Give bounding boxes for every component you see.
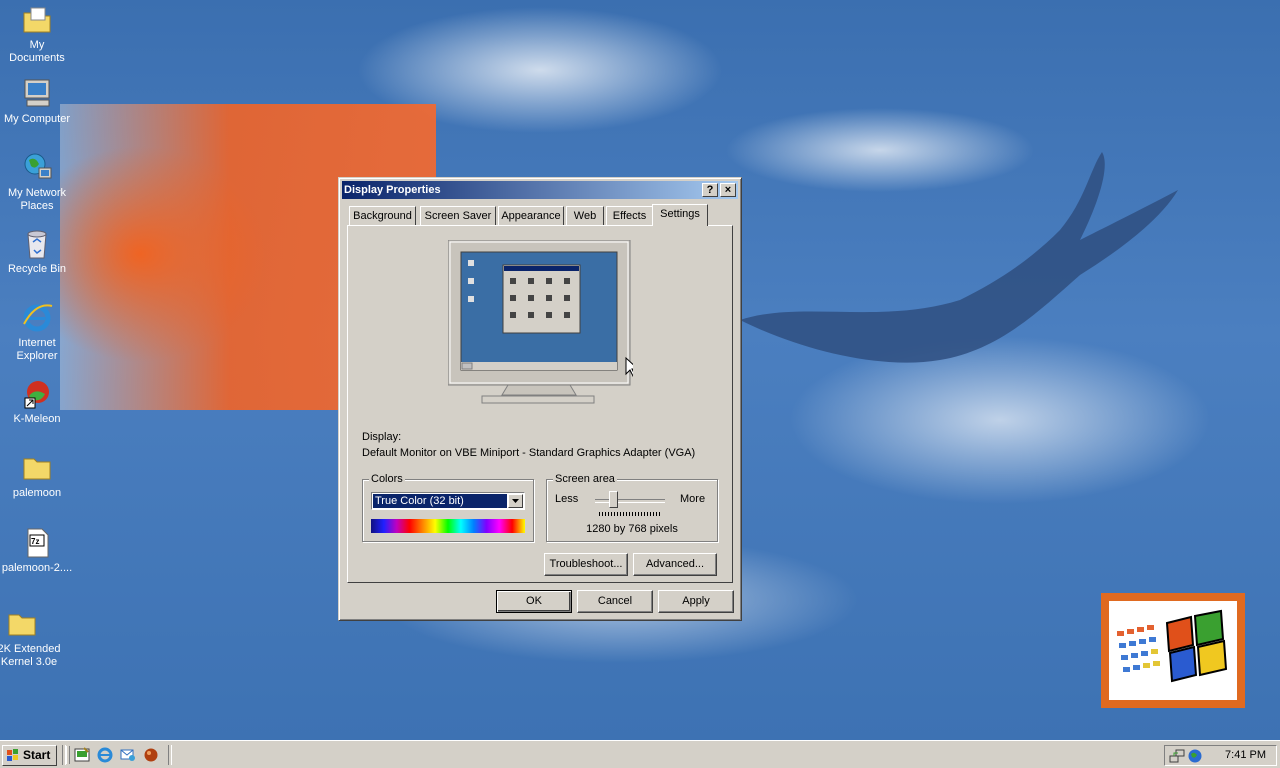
- desktop-icon-k-meleon[interactable]: K-Meleon: [0, 378, 74, 426]
- colors-selected-value: True Color (32 bit): [373, 494, 507, 508]
- screen-area-slider-thumb[interactable]: [608, 491, 618, 508]
- slider-more-label: More: [680, 493, 706, 505]
- folder-icon: [6, 608, 38, 640]
- svg-text:7z: 7z: [31, 537, 39, 546]
- tab-effects[interactable]: Effects: [606, 206, 653, 225]
- desktop-icon-my-computer[interactable]: My Computer: [0, 78, 74, 126]
- colors-group: Colors True Color (32 bit): [362, 473, 534, 542]
- start-label: Start: [23, 748, 51, 762]
- k-meleon-icon: [21, 378, 53, 410]
- computer-icon: [21, 78, 53, 110]
- display-properties-dialog: Display Properties ? × Background Screen…: [338, 177, 742, 621]
- desktop-icon-label: palemoon: [12, 487, 62, 499]
- system-tray: 7:41 PM: [1164, 745, 1277, 766]
- network-globe-icon: [21, 152, 53, 184]
- recycle-bin-icon: [21, 228, 53, 260]
- slider-track[interactable]: [595, 499, 665, 503]
- dialog-titlebar[interactable]: Display Properties ? ×: [342, 181, 738, 199]
- slider-ticks: [599, 512, 661, 516]
- close-button[interactable]: ×: [720, 183, 736, 197]
- help-button[interactable]: ?: [702, 183, 718, 197]
- internet-explorer-icon: [21, 302, 53, 334]
- clock[interactable]: 7:41 PM: [1225, 749, 1266, 761]
- advanced-button[interactable]: Advanced...: [633, 553, 717, 576]
- desktop-icon-palemoon-folder[interactable]: palemoon: [0, 452, 74, 500]
- apply-button[interactable]: Apply: [658, 590, 734, 613]
- desktop-icon-label: My Network Places: [7, 187, 67, 212]
- folder-icon: [21, 452, 53, 484]
- chevron-down-icon: [512, 499, 519, 503]
- folder-documents-icon: [21, 4, 53, 36]
- desktop-icon-my-documents[interactable]: My Documents: [0, 4, 74, 65]
- start-button[interactable]: Start: [2, 745, 57, 766]
- desktop-icon-extended-kernel[interactable]: 2K Extended Kernel 3.0e: [0, 608, 74, 669]
- desktop-icon-my-network-places[interactable]: My Network Places: [0, 152, 74, 213]
- colors-group-title: Colors: [369, 473, 405, 486]
- settings-tab-panel: Display: Default Monitor on VBE Miniport…: [347, 225, 733, 583]
- network-connection-icon[interactable]: [1169, 748, 1185, 764]
- display-adapter-value: Default Monitor on VBE Miniport - Standa…: [362, 447, 696, 459]
- desktop-icon-label: My Documents: [9, 39, 65, 64]
- colors-dropdown[interactable]: True Color (32 bit): [371, 492, 525, 510]
- resolution-text: 1280 by 768 pixels: [586, 523, 678, 535]
- show-desktop-icon[interactable]: [74, 747, 90, 763]
- windows-logo-wallpaper: [1101, 593, 1245, 708]
- desktop-icon-label: 2K Extended Kernel 3.0e: [0, 643, 61, 668]
- cancel-button[interactable]: Cancel: [577, 590, 653, 613]
- outlook-express-icon[interactable]: [120, 747, 136, 763]
- globe-status-icon[interactable]: [1187, 748, 1203, 764]
- desktop-icon-label: K-Meleon: [13, 413, 61, 425]
- tab-screen-saver[interactable]: Screen Saver: [420, 206, 496, 225]
- taskbar: Start 7:41 PM: [0, 740, 1280, 768]
- display-label: Display:: [362, 431, 402, 443]
- troubleshoot-button[interactable]: Troubleshoot...: [544, 553, 628, 576]
- internet-explorer-icon[interactable]: [97, 747, 113, 763]
- desktop-icon-label: My Computer: [3, 113, 71, 125]
- windows-flag-icon: [7, 749, 18, 761]
- taskbar-separator: [168, 745, 172, 765]
- slider-less-label: Less: [555, 493, 579, 505]
- dropdown-arrow-button[interactable]: [508, 494, 523, 508]
- ok-button[interactable]: OK: [496, 590, 572, 613]
- tab-appearance[interactable]: Appearance: [498, 206, 564, 225]
- desktop-icon-recycle-bin[interactable]: Recycle Bin: [0, 228, 74, 276]
- monitor-preview-icon: [448, 240, 633, 404]
- screen-area-group-title: Screen area: [553, 473, 617, 486]
- tab-background[interactable]: Background: [349, 206, 416, 225]
- desktop-icon-internet-explorer[interactable]: Internet Explorer: [0, 302, 74, 363]
- wallpaper-diver-silhouette: [740, 152, 1178, 363]
- windows-flag-icon: [1117, 609, 1228, 683]
- 7z-archive-icon: 7z: [21, 527, 53, 559]
- color-spectrum-bar: [371, 519, 525, 533]
- quicklaunch-grip[interactable]: [66, 746, 70, 764]
- k-meleon-quicklaunch-icon[interactable]: [143, 747, 159, 763]
- desktop-icon-label: Internet Explorer: [16, 337, 58, 362]
- dialog-title: Display Properties: [344, 184, 441, 196]
- desktop-icon-label: palemoon-2....: [1, 562, 73, 574]
- desktop-icon-label: Recycle Bin: [7, 263, 67, 275]
- desktop-icon-palemoon-archive[interactable]: 7z palemoon-2....: [0, 527, 74, 575]
- screen-area-group: Screen area Less More 1280 by 768 pixels: [546, 473, 718, 542]
- tab-web[interactable]: Web: [566, 206, 604, 225]
- tab-settings[interactable]: Settings: [652, 204, 708, 226]
